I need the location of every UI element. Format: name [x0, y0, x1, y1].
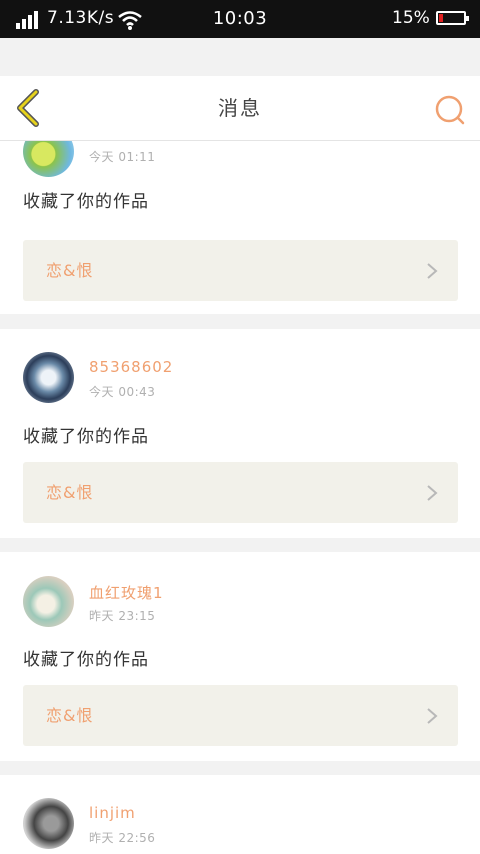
battery-level [439, 14, 443, 22]
action-text: 收藏了你的作品 [23, 650, 149, 670]
work-title: 恋&恨 [46, 261, 94, 280]
work-link[interactable]: 恋&恨 [23, 685, 458, 746]
nav-bar: 消息 [0, 76, 480, 141]
battery-icon [436, 11, 469, 25]
avatar[interactable] [23, 798, 74, 849]
username[interactable]: 血红玫瑰1 [89, 582, 164, 603]
avatar[interactable] [23, 352, 74, 403]
message-time: 昨天 23:15 [89, 609, 156, 623]
message-list[interactable]: 98745687 今天 01:11 收藏了你的作品 恋&恨 85368602 今… [0, 141, 480, 854]
username[interactable]: 85368602 [89, 358, 173, 376]
message-time: 今天 01:11 [89, 150, 156, 164]
chevron-right-icon [427, 708, 438, 724]
search-icon[interactable] [432, 92, 468, 128]
work-link[interactable]: 恋&恨 [23, 462, 458, 523]
message-card: linjim 昨天 22:56 [0, 775, 480, 854]
page-title: 消息 [218, 96, 262, 120]
status-bar: 7.13K/s 10:03 15% [0, 0, 480, 38]
work-title: 恋&恨 [46, 483, 94, 502]
username[interactable]: linjim [89, 804, 136, 822]
chevron-right-icon [427, 485, 438, 501]
action-text: 收藏了你的作品 [23, 427, 149, 447]
message-card: 98745687 今天 01:11 收藏了你的作品 恋&恨 [0, 141, 480, 314]
work-link[interactable]: 恋&恨 [23, 240, 458, 301]
battery-percent: 15% [392, 8, 430, 28]
avatar[interactable] [23, 576, 74, 627]
message-card: 血红玫瑰1 昨天 23:15 收藏了你的作品 恋&恨 [0, 552, 480, 761]
message-card: 85368602 今天 00:43 收藏了你的作品 恋&恨 [0, 329, 480, 538]
chevron-right-icon [427, 263, 438, 279]
message-time: 今天 00:43 [89, 385, 156, 399]
message-time: 昨天 22:56 [89, 831, 156, 845]
work-title: 恋&恨 [46, 706, 94, 725]
action-text: 收藏了你的作品 [23, 192, 149, 212]
avatar[interactable] [23, 141, 74, 177]
